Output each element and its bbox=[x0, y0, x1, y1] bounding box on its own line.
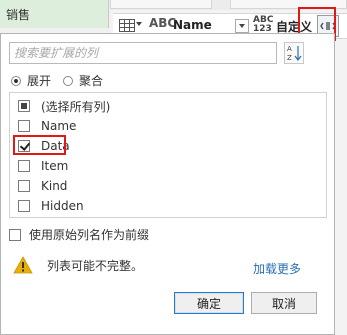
radio-expand-label: 展开 bbox=[27, 74, 52, 88]
list-item-item[interactable]: Item bbox=[18, 158, 68, 174]
list-item-select-all[interactable]: (选择所有列) bbox=[18, 98, 110, 114]
svg-text:Z: Z bbox=[287, 54, 292, 62]
warning-icon bbox=[13, 256, 33, 274]
svg-text:A: A bbox=[287, 45, 292, 53]
sort-az-icon: A Z bbox=[287, 45, 302, 62]
prefix-option[interactable]: 使用原始列名作为前缀 bbox=[9, 226, 149, 243]
list-item-label: Item bbox=[41, 159, 69, 173]
sheet-tab-label: 销售 bbox=[6, 8, 31, 22]
sort-button[interactable]: A Z bbox=[284, 42, 304, 64]
select-all-checkbox[interactable] bbox=[18, 100, 30, 112]
prefix-label: 使用原始列名作为前缀 bbox=[29, 228, 150, 242]
list-item-label: Name bbox=[41, 119, 77, 133]
column-name-name[interactable]: Name bbox=[173, 18, 212, 32]
list-item-label: Hidden bbox=[41, 199, 84, 213]
list-item-label: Kind bbox=[41, 179, 68, 193]
list-item-label: (选择所有列) bbox=[41, 99, 111, 114]
column-list: (选择所有列) Name Data Item Kind Hidden bbox=[9, 92, 327, 218]
any-type-icon[interactable]: ABC 123 bbox=[253, 16, 273, 34]
radio-expand[interactable]: 展开 bbox=[11, 72, 51, 89]
radio-aggregate-label: 聚合 bbox=[79, 74, 104, 88]
incomplete-list-warning: 列表可能不完整。 bbox=[13, 256, 143, 274]
item-checkbox[interactable] bbox=[18, 160, 30, 172]
kind-checkbox[interactable] bbox=[18, 180, 30, 192]
radio-aggregate-circle[interactable] bbox=[63, 75, 73, 86]
column-filter-dropdown[interactable] bbox=[235, 19, 249, 33]
search-input[interactable] bbox=[14, 44, 264, 62]
load-more-link[interactable]: 加载更多 bbox=[253, 260, 301, 277]
list-item-name[interactable]: Name bbox=[18, 118, 76, 134]
radio-expand-circle[interactable] bbox=[11, 75, 21, 86]
list-item-hidden[interactable]: Hidden bbox=[18, 198, 84, 214]
prefix-checkbox[interactable] bbox=[9, 228, 21, 241]
radio-aggregate[interactable]: 聚合 bbox=[63, 72, 103, 89]
name-checkbox[interactable] bbox=[18, 120, 30, 132]
warning-text: 列表可能不完整。 bbox=[47, 258, 144, 273]
sheet-tab-sales[interactable]: 销售 bbox=[0, 0, 109, 28]
hidden-checkbox[interactable] bbox=[18, 200, 30, 212]
table-icon[interactable] bbox=[119, 19, 135, 32]
cancel-button[interactable]: 取消 bbox=[251, 292, 317, 314]
search-box[interactable] bbox=[9, 42, 277, 64]
expand-columns-popup: A Z 展开 聚合 (选择所有列) Name Data Item bbox=[0, 33, 335, 335]
table-menu-caret-icon[interactable] bbox=[136, 22, 142, 26]
data-item-highlight bbox=[13, 135, 66, 155]
ok-button[interactable]: 确定 bbox=[174, 292, 244, 314]
list-item-kind[interactable]: Kind bbox=[18, 178, 67, 194]
